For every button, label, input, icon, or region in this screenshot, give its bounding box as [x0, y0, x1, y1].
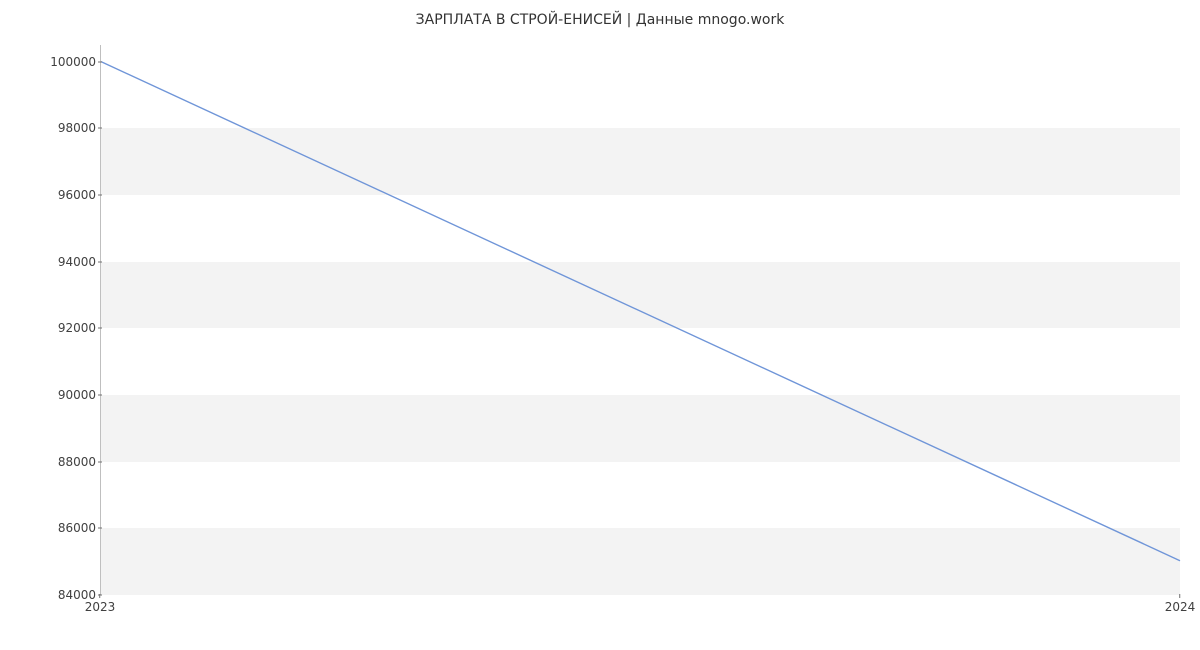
y-tick-mark [98, 128, 102, 129]
y-tick-mark [98, 61, 102, 62]
y-tick-mark [98, 461, 102, 462]
y-tick-mark [98, 395, 102, 396]
y-tick-label: 86000 [48, 521, 96, 535]
y-tick-mark [98, 328, 102, 329]
plot-area [100, 45, 1180, 595]
y-tick-label: 92000 [48, 321, 96, 335]
y-tick-label: 98000 [48, 121, 96, 135]
y-tick-label: 90000 [48, 388, 96, 402]
line-series [101, 45, 1180, 594]
chart-container: ЗАРПЛАТА В СТРОЙ-ЕНИСЕЙ | Данные mnogo.w… [0, 0, 1200, 650]
y-tick-label: 94000 [48, 255, 96, 269]
y-tick-mark [98, 195, 102, 196]
x-tick-label: 2023 [85, 600, 116, 614]
chart-title: ЗАРПЛАТА В СТРОЙ-ЕНИСЕЙ | Данные mnogo.w… [0, 12, 1200, 28]
y-tick-label: 88000 [48, 455, 96, 469]
x-tick-mark [99, 594, 100, 598]
x-tick-label: 2024 [1165, 600, 1196, 614]
y-tick-label: 96000 [48, 188, 96, 202]
line-path [101, 62, 1180, 561]
y-tick-mark [98, 528, 102, 529]
x-tick-mark [1179, 594, 1180, 598]
y-tick-label: 100000 [48, 55, 96, 69]
y-tick-mark [98, 261, 102, 262]
